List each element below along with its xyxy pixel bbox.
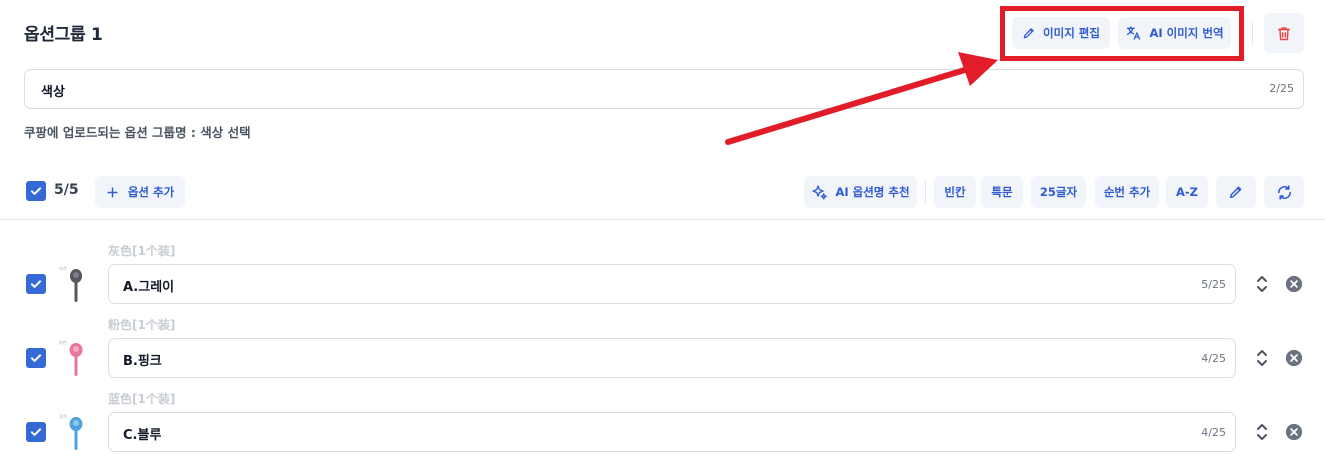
close-circle-icon <box>1285 275 1303 293</box>
option-original-name: 蓝色[1个装] <box>108 392 176 406</box>
add-option-label: 옵션 추가 <box>127 185 175 199</box>
option-group-name-count: 2/25 <box>1269 82 1294 95</box>
add-serial-button[interactable]: 순번 추가 <box>1095 176 1159 208</box>
svg-text:粉色: 粉色 <box>59 339 67 345</box>
selected-count: 5/5 <box>54 182 79 198</box>
check-icon <box>30 187 42 195</box>
bulk-edit-button[interactable] <box>1216 176 1256 208</box>
plus-icon <box>106 186 119 199</box>
option-name-input[interactable]: B.핑크 4/25 <box>108 338 1236 378</box>
option-original-name: 粉色[1个装] <box>108 318 176 332</box>
remove-option-button[interactable] <box>1284 348 1304 368</box>
option-checkbox[interactable] <box>26 422 46 442</box>
char-limit-button[interactable]: 25글자 <box>1031 176 1086 208</box>
upload-group-name-note: 쿠팡에 업로드되는 옵션 그룹명 : 색상 선택 <box>24 125 251 140</box>
close-circle-icon <box>1285 423 1303 441</box>
reorder-handle[interactable] <box>1252 420 1272 444</box>
option-group-name-input[interactable]: 색상 2/25 <box>24 69 1304 109</box>
select-all-checkbox[interactable] <box>26 181 46 201</box>
sparkle-icon <box>811 184 828 201</box>
close-circle-icon <box>1285 349 1303 367</box>
option-thumbnail: 灰色 <box>54 262 98 306</box>
option-group-name-value: 색상 <box>41 85 65 100</box>
add-serial-label: 순번 추가 <box>1103 185 1151 199</box>
svg-text:蓝色: 蓝色 <box>59 413 67 419</box>
blank-button[interactable]: 빈칸 <box>934 176 976 208</box>
option-name-count: 5/25 <box>1201 278 1226 291</box>
delete-group-button[interactable] <box>1264 13 1304 53</box>
option-thumbnail: 粉色 <box>54 336 98 380</box>
blank-label: 빈칸 <box>944 185 966 199</box>
toolbar-divider <box>925 181 926 203</box>
ai-option-name-recommend-label: AI 옵션명 추천 <box>835 185 910 199</box>
trash-icon <box>1276 25 1292 42</box>
pencil-icon <box>1228 184 1244 200</box>
option-thumbnail: 蓝色 <box>54 410 98 454</box>
reorder-handle[interactable] <box>1252 272 1272 296</box>
option-name-value: A.그레이 <box>123 280 175 295</box>
option-original-name: 灰色[1个装] <box>108 244 176 258</box>
option-name-input[interactable]: A.그레이 5/25 <box>108 264 1236 304</box>
option-name-count: 4/25 <box>1201 352 1226 365</box>
reorder-handle[interactable] <box>1252 346 1272 370</box>
chevron-up-down-icon <box>1257 276 1267 292</box>
special-char-button[interactable]: 특문 <box>981 176 1023 208</box>
chevron-up-down-icon <box>1257 350 1267 366</box>
char-limit-label: 25글자 <box>1039 185 1078 199</box>
refresh-button[interactable] <box>1264 176 1304 208</box>
header-divider <box>1252 21 1253 45</box>
option-name-count: 4/25 <box>1201 426 1226 439</box>
option-name-value: B.핑크 <box>123 354 162 369</box>
refresh-icon <box>1276 184 1293 201</box>
chevron-up-down-icon <box>1257 424 1267 440</box>
check-icon <box>30 428 42 436</box>
sort-az-label: A-Z <box>1175 185 1198 199</box>
option-group-title: 옵션그룹 1 <box>24 25 103 45</box>
special-char-label: 특문 <box>991 185 1013 199</box>
section-divider <box>0 219 1325 220</box>
option-checkbox[interactable] <box>26 274 46 294</box>
remove-option-button[interactable] <box>1284 274 1304 294</box>
ai-option-name-recommend-button[interactable]: AI 옵션명 추천 <box>804 176 917 208</box>
check-icon <box>30 280 42 288</box>
check-icon <box>30 354 42 362</box>
add-option-button[interactable]: 옵션 추가 <box>95 176 185 208</box>
svg-text:灰色: 灰色 <box>59 265 67 271</box>
annotation-highlight-box <box>1000 6 1244 61</box>
sort-az-button[interactable]: A-Z <box>1166 176 1208 208</box>
option-name-input[interactable]: C.블루 4/25 <box>108 412 1236 452</box>
option-name-value: C.블루 <box>123 428 162 443</box>
remove-option-button[interactable] <box>1284 422 1304 442</box>
option-checkbox[interactable] <box>26 348 46 368</box>
